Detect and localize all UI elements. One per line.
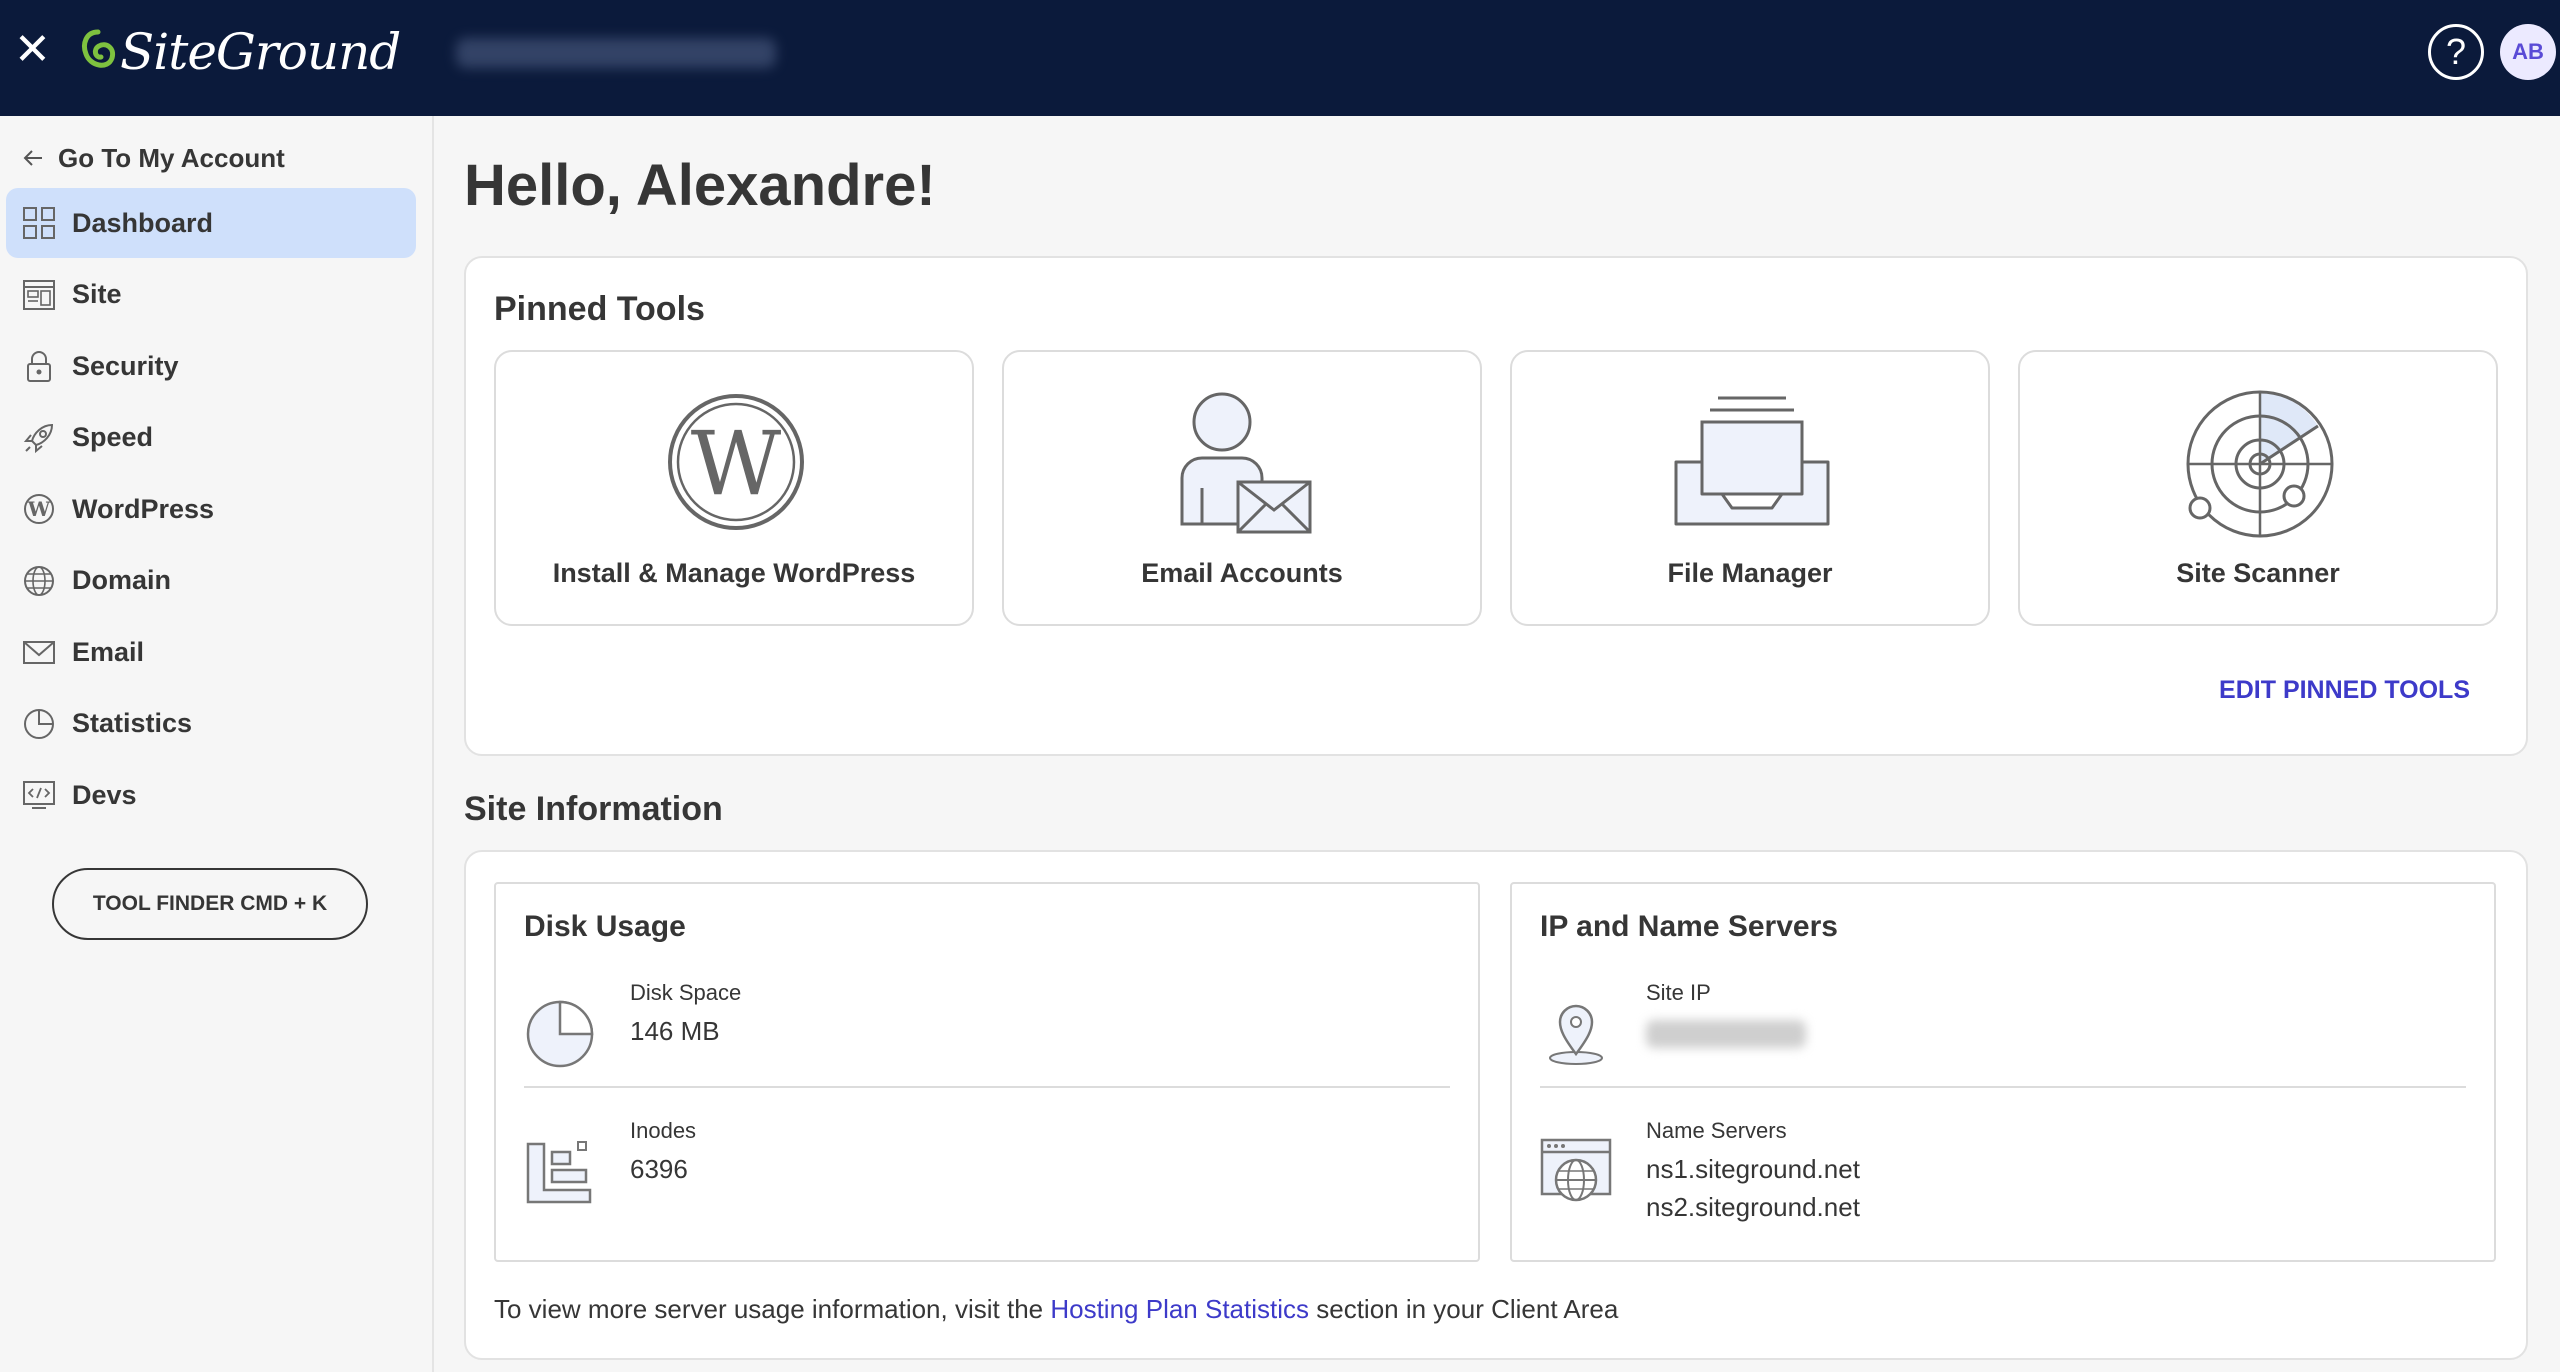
pie-chart-icon <box>24 708 54 739</box>
sidebar-item-site[interactable]: Site <box>6 260 416 330</box>
hosting-plan-statistics-link[interactable]: Hosting Plan Statistics <box>1050 1294 1309 1324</box>
siteground-logo-mark <box>82 29 116 68</box>
name-servers-label: Name Servers <box>1646 1118 1787 1143</box>
disk-usage-title: Disk Usage <box>524 910 686 943</box>
code-icon <box>23 781 55 809</box>
site-ip-value-redacted <box>1646 1020 1806 1048</box>
tool-label: Email Accounts <box>1141 558 1343 588</box>
wordpress-icon: W <box>24 494 54 524</box>
sidebar-item-label: WordPress <box>72 493 215 524</box>
ip-name-servers-panel: IP and Name Servers Site IP Name Servers… <box>1510 882 2496 1262</box>
page-title: Hello, Alexandre! <box>464 153 936 218</box>
account-email-redacted <box>456 38 776 68</box>
brand-name: SiteGround <box>120 23 401 81</box>
arrow-left-icon <box>23 150 42 166</box>
envelope-icon <box>23 641 55 664</box>
rocket-icon <box>23 423 54 453</box>
tool-label: Site Scanner <box>2176 558 2340 588</box>
go-to-my-account-label: Go To My Account <box>58 142 285 173</box>
divider <box>1540 1086 2466 1088</box>
tool-label: Install & Manage WordPress <box>552 558 916 588</box>
sidebar-item-label: Statistics <box>72 708 193 738</box>
sidebar-item-wordpress[interactable]: W WordPress <box>6 474 416 544</box>
browser-globe-icon <box>1540 1138 1612 1202</box>
site-ip-label: Site IP <box>1646 980 1711 1005</box>
sidebar-item-security[interactable]: Security <box>6 331 416 401</box>
server-usage-footnote: To view more server usage information, v… <box>494 1294 1618 1325</box>
sidebar-item-devs[interactable]: Devs <box>6 760 416 830</box>
tool-email-accounts[interactable]: Email Accounts <box>1002 350 1482 626</box>
edit-pinned-tools-link[interactable]: EDIT PINNED TOOLS <box>2219 676 2470 705</box>
help-button[interactable]: ? <box>2428 24 2484 80</box>
sidebar-item-dashboard[interactable]: Dashboard <box>6 188 416 258</box>
inodes-label: Inodes <box>630 1118 697 1143</box>
location-pin-icon <box>1549 1004 1603 1065</box>
main-content: Hello, Alexandre! Pinned Tools W Install… <box>436 116 2560 1372</box>
inodes-row: Inodes 6396 <box>524 1114 1450 1246</box>
sidebar-item-label: Domain <box>72 565 172 595</box>
tool-label: File Manager <box>1667 558 1833 588</box>
top-bar: ✕ SiteGround ? AB <box>0 0 2560 116</box>
globe-icon <box>24 565 54 596</box>
site-information-card: Disk Usage Disk Space 146 MB Inodes 6396… <box>464 850 2528 1360</box>
site-scanner-icon <box>2186 390 2334 538</box>
tool-install-manage-wordpress[interactable]: W Install & Manage WordPress <box>494 350 974 626</box>
wordpress-icon: W <box>668 394 804 530</box>
tool-finder-button[interactable]: TOOL FINDER CMD + K <box>52 868 368 940</box>
sidebar-item-label: Devs <box>72 779 137 810</box>
sidebar: Go To My Account Dashboard Site Security… <box>0 116 434 1372</box>
go-to-my-account-link[interactable]: Go To My Account <box>22 136 285 180</box>
grid-icon <box>23 207 55 239</box>
disk-space-row: Disk Space 146 MB <box>524 976 1450 1108</box>
tool-file-manager[interactable]: File Manager <box>1510 350 1990 626</box>
inodes-icon <box>526 1141 592 1204</box>
sidebar-item-statistics[interactable]: Statistics <box>6 689 416 759</box>
site-ip-row: Site IP <box>1540 976 2466 1108</box>
pinned-tools-card: Pinned Tools W Install & Manage WordPres… <box>464 256 2528 756</box>
email-accounts-icon <box>1180 392 1312 534</box>
site-icon <box>23 279 55 310</box>
disk-space-value: 146 MB <box>630 1016 720 1046</box>
sidebar-item-label: Speed <box>72 422 154 452</box>
file-manager-icon <box>1674 396 1830 526</box>
name-server-2: ns2.siteground.net <box>1646 1192 1860 1222</box>
footnote-text: section in your Client Area <box>1309 1294 1619 1324</box>
sidebar-nav: Dashboard Site Security Speed W WordPres… <box>6 188 416 832</box>
tool-site-scanner[interactable]: Site Scanner <box>2018 350 2498 626</box>
lock-icon <box>27 351 51 382</box>
name-servers-row: Name Servers ns1.siteground.net ns2.site… <box>1540 1114 2466 1246</box>
disk-space-pie-icon <box>526 1000 594 1068</box>
disk-usage-panel: Disk Usage Disk Space 146 MB Inodes 6396 <box>494 882 1480 1262</box>
sidebar-item-label: Email <box>72 636 145 667</box>
sidebar-item-speed[interactable]: Speed <box>6 403 416 473</box>
svg-text:W: W <box>691 412 782 515</box>
avatar[interactable]: AB <box>2500 24 2556 80</box>
svg-text:W: W <box>27 497 51 521</box>
sidebar-item-label: Security <box>72 350 179 381</box>
site-information-title: Site Information <box>464 790 723 828</box>
footnote-text: To view more server usage information, v… <box>494 1294 1051 1324</box>
sidebar-item-domain[interactable]: Domain <box>6 546 416 616</box>
close-icon[interactable]: ✕ <box>14 28 51 72</box>
name-server-1: ns1.siteground.net <box>1646 1154 1860 1184</box>
divider <box>524 1086 1450 1088</box>
disk-space-label: Disk Space <box>630 980 742 1005</box>
sidebar-item-label: Dashboard <box>72 207 214 238</box>
sidebar-item-email[interactable]: Email <box>6 617 416 687</box>
ip-name-servers-title: IP and Name Servers <box>1540 910 1838 943</box>
inodes-value: 6396 <box>630 1154 688 1184</box>
siteground-logo[interactable]: SiteGround <box>78 22 401 82</box>
sidebar-item-label: Site <box>72 279 122 309</box>
pinned-tools-title: Pinned Tools <box>494 290 705 328</box>
